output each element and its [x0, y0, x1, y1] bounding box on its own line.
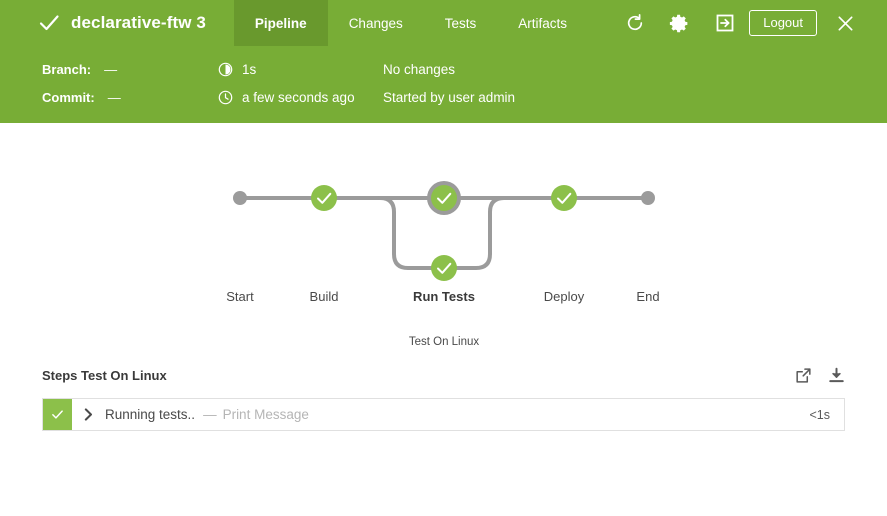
tab-artifacts[interactable]: Artifacts [497, 0, 588, 46]
tab-pipeline[interactable]: Pipeline [234, 0, 328, 46]
info-row-commit: Commit: — a few seconds ago Started by u… [0, 83, 887, 111]
branch-label: Branch: [42, 62, 91, 77]
stage-label-start[interactable]: Start [226, 289, 253, 304]
branch-field: Branch: — [0, 62, 218, 77]
chevron-right-icon[interactable] [84, 408, 93, 421]
stage-label-deploy[interactable]: Deploy [544, 289, 584, 304]
changes-summary: No changes [383, 62, 455, 77]
duration-field: 1s [218, 62, 383, 77]
pipeline-graph: Start Build Run Tests Deploy End Test On… [0, 123, 887, 355]
step-status-success-icon [43, 399, 72, 430]
timestamp-field: a few seconds ago [218, 90, 383, 105]
commit-value: — [108, 90, 121, 105]
header-actions: Logout [615, 0, 887, 46]
steps-actions [795, 367, 845, 384]
duration-icon [218, 62, 242, 77]
info-row-branch: Branch: — 1s No changes [0, 55, 887, 83]
logs-icon[interactable] [703, 0, 747, 46]
step-body: Running tests.. — Print Message <1s [72, 399, 844, 430]
table-row[interactable]: Running tests.. — Print Message <1s [42, 398, 845, 431]
timestamp-value: a few seconds ago [242, 90, 355, 105]
check-icon [38, 12, 60, 34]
stage-label-run-tests[interactable]: Run Tests [413, 289, 475, 304]
step-name: Running tests.. [105, 407, 195, 422]
step-separator: — [203, 407, 217, 422]
app-header: declarative-ftw 3 Pipeline Changes Tests… [0, 0, 887, 46]
node-label-test-on-linux[interactable]: Test On Linux [409, 336, 479, 348]
steps-section: Steps Test On Linux [42, 362, 845, 431]
brand: declarative-ftw 3 [0, 0, 234, 46]
page-title: declarative-ftw 3 [71, 13, 206, 33]
external-link-icon[interactable] [795, 367, 812, 384]
tab-changes[interactable]: Changes [328, 0, 424, 46]
stage-label-build[interactable]: Build [310, 289, 339, 304]
run-info-bar: Branch: — 1s No changes Commit: — [0, 46, 887, 123]
replay-icon[interactable] [615, 0, 655, 46]
commit-label: Commit: [42, 90, 95, 105]
tab-tests[interactable]: Tests [424, 0, 498, 46]
commit-field: Commit: — [0, 90, 218, 105]
steps-title: Steps Test On Linux [42, 368, 167, 383]
step-duration: <1s [809, 408, 844, 422]
clock-icon [218, 90, 242, 105]
run-cause: Started by user admin [383, 90, 515, 105]
duration-value: 1s [242, 62, 256, 77]
download-icon[interactable] [828, 367, 845, 384]
logout-button[interactable]: Logout [749, 10, 817, 36]
gear-icon[interactable] [655, 0, 703, 46]
header-tabs: Pipeline Changes Tests Artifacts [234, 0, 588, 46]
close-icon[interactable] [825, 0, 865, 46]
steps-header: Steps Test On Linux [42, 362, 845, 388]
branch-value: — [104, 62, 117, 77]
stage-label-end[interactable]: End [636, 289, 659, 304]
step-description: Print Message [223, 407, 309, 422]
